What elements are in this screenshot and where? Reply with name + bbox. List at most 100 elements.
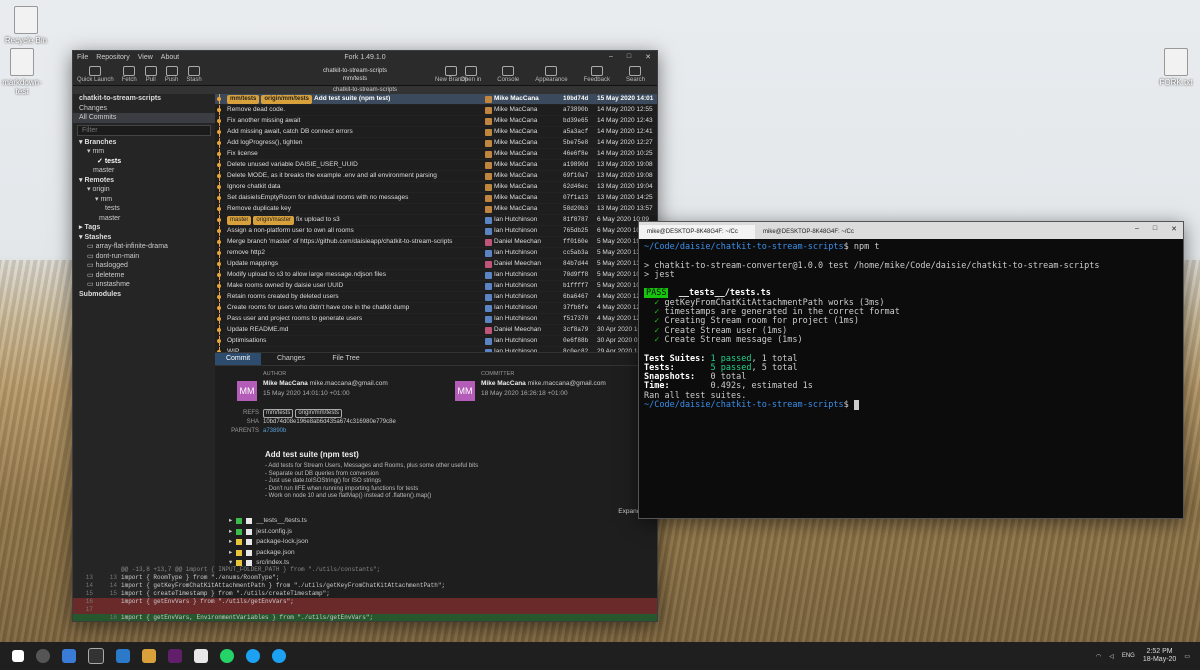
- push-button[interactable]: Push: [165, 66, 178, 83]
- minimize-icon[interactable]: –: [1135, 225, 1139, 233]
- commit-row[interactable]: Retain rooms created by deleted users Ian…: [215, 292, 657, 303]
- vscode-icon[interactable]: [116, 649, 130, 663]
- sidebar-remote-tests[interactable]: tests: [73, 204, 215, 214]
- sidebar-stash-item[interactable]: ▭ array-flat-infinite-drama: [73, 242, 215, 252]
- sidebar-filter-input[interactable]: Filter: [77, 124, 211, 136]
- commit-row[interactable]: master origin/master fix upload to s3 Ian H…: [215, 215, 657, 226]
- changed-file-row[interactable]: ▸ jest.config.js: [229, 527, 308, 538]
- committer-email[interactable]: mike.maccana@gmail.com: [528, 380, 606, 387]
- whatsapp-icon[interactable]: [220, 649, 234, 663]
- desktop-icon-file[interactable]: markdown-test: [0, 48, 44, 96]
- pull-button[interactable]: Pull: [144, 66, 157, 83]
- ref-badge[interactable]: mm/tests: [227, 95, 260, 104]
- sidebar-branch-tests[interactable]: ✓ tests: [73, 157, 215, 167]
- sidebar-section-stashes[interactable]: ▾ Stashes: [73, 233, 215, 243]
- sidebar-branch-master[interactable]: master: [73, 166, 215, 176]
- twitter-icon[interactable]: [246, 649, 260, 663]
- volume-icon[interactable]: ◁: [1109, 653, 1114, 660]
- repo-selector[interactable]: chatkit-to-stream-scripts mm/tests: [323, 67, 387, 83]
- notification-icon[interactable]: ▭: [1184, 653, 1190, 660]
- desktop-icon-text[interactable]: FORK.txt: [1154, 48, 1198, 87]
- appearance-button[interactable]: Appearance: [535, 66, 568, 83]
- chevron-icon[interactable]: ▸: [229, 537, 232, 548]
- sidebar-branch-folder-mm[interactable]: ▾ mm: [73, 147, 215, 157]
- start-icon[interactable]: [12, 650, 24, 662]
- open-in-button[interactable]: Open in: [460, 66, 481, 83]
- commit-row[interactable]: Make rooms owned by daisie user UUID Ian …: [215, 281, 657, 292]
- commit-row[interactable]: mm/tests origin/mm/tests Add test suite (n…: [215, 94, 657, 105]
- close-icon[interactable]: ✕: [1171, 225, 1177, 233]
- commit-row[interactable]: Merge branch 'master' of https://github.…: [215, 237, 657, 248]
- wifi-icon[interactable]: ◠: [1096, 653, 1101, 660]
- commit-row[interactable]: Create rooms for users who didn't have o…: [215, 303, 657, 314]
- quick-launch-button[interactable]: Quick Launch: [77, 66, 114, 83]
- chevron-icon[interactable]: ▸: [229, 548, 232, 559]
- sidebar-item-all-commits[interactable]: All Commits: [73, 113, 215, 123]
- language-indicator[interactable]: ENG: [1122, 653, 1135, 659]
- parent-link[interactable]: a73890b: [263, 427, 286, 436]
- console-button[interactable]: Console: [497, 66, 519, 83]
- sidebar-stash-item[interactable]: ▭ dont-run-main: [73, 252, 215, 262]
- ref-badge[interactable]: origin/master: [253, 216, 295, 225]
- sidebar-remote-master[interactable]: master: [73, 214, 215, 224]
- sidebar-remote-folder-mm[interactable]: ▾ mm: [73, 195, 215, 205]
- search-icon[interactable]: [36, 649, 50, 663]
- sidebar-stash-item[interactable]: ▭ haslogged: [73, 261, 215, 271]
- stash-button[interactable]: Stash: [186, 66, 202, 83]
- tab-changes[interactable]: Changes: [261, 353, 321, 365]
- sidebar-section-tags[interactable]: ▸ Tags: [73, 223, 215, 233]
- commit-row[interactable]: Modify upload to s3 to allow large messa…: [215, 270, 657, 281]
- ref-badge[interactable]: master: [227, 216, 252, 225]
- fork-icon[interactable]: [142, 649, 156, 663]
- commit-row[interactable]: Remove dead code. Mike MacCana a73890b 14 M…: [215, 105, 657, 116]
- commit-row[interactable]: remove http2 Ian Hutchinson cc5ab3a 5 May 2…: [215, 248, 657, 259]
- commit-row[interactable]: Update README.md Daniel Meechan 3cf8a79 30 …: [215, 325, 657, 336]
- commit-row[interactable]: Add logProgress(), tighten Mike MacCana 5b…: [215, 138, 657, 149]
- sidebar-section-submodules[interactable]: Submodules: [73, 290, 215, 300]
- ref-badge[interactable]: origin/mm/tests: [261, 95, 313, 104]
- edge-icon[interactable]: [62, 649, 76, 663]
- commit-row[interactable]: Ignore chatkit data Mike MacCana 62d46ec 13…: [215, 182, 657, 193]
- commit-row[interactable]: Remove duplicate key Mike MacCana 58d20b3 1…: [215, 204, 657, 215]
- author-email[interactable]: mike.maccana@gmail.com: [310, 380, 388, 387]
- terminal-tab[interactable]: mike@DESKTOP-8K48G4F: ~/Cc: [639, 225, 755, 239]
- sidebar-section-branches[interactable]: ▾ Branches: [73, 138, 215, 148]
- terminal-tab[interactable]: mike@DESKTOP-8K48G4F: ~/Cc: [755, 225, 871, 239]
- tab-file-tree[interactable]: File Tree: [321, 353, 371, 365]
- terminal-output[interactable]: ~/Code/daisie/chatkit-to-stream-scripts$…: [639, 239, 1183, 414]
- commit-row[interactable]: Fix another missing await Mike MacCana bd3…: [215, 116, 657, 127]
- slack-icon[interactable]: [168, 649, 182, 663]
- tab-commit[interactable]: Commit: [215, 353, 261, 365]
- commit-row[interactable]: Set daisieIsEmptyRoom for individual roo…: [215, 193, 657, 204]
- terminal-icon[interactable]: [88, 648, 104, 664]
- file-explorer-icon[interactable]: [194, 649, 208, 663]
- sidebar-remote-origin[interactable]: ▾ origin: [73, 185, 215, 195]
- changed-file-row[interactable]: ▸ package-lock.json: [229, 537, 308, 548]
- ref-badge[interactable]: mm/tests: [263, 409, 294, 418]
- diff-line-number-new: [97, 566, 121, 574]
- commit-row[interactable]: Add missing await, catch DB connect erro…: [215, 127, 657, 138]
- ref-badge[interactable]: origin/mm/tests: [295, 409, 343, 418]
- fetch-button[interactable]: Fetch: [122, 66, 137, 83]
- maximize-icon[interactable]: □: [1153, 225, 1157, 233]
- sidebar-section-remotes[interactable]: ▾ Remotes: [73, 176, 215, 186]
- sidebar-item-changes[interactable]: Changes: [73, 104, 215, 114]
- commit-row[interactable]: Pass user and project rooms to generate …: [215, 314, 657, 325]
- tweetdeck-icon[interactable]: [272, 649, 286, 663]
- clock[interactable]: 2:52 PM 18-May-20: [1143, 648, 1176, 664]
- feedback-button[interactable]: Feedback: [584, 66, 610, 83]
- chevron-icon[interactable]: ▸: [229, 516, 232, 527]
- changed-file-row[interactable]: ▸ package.json: [229, 548, 308, 559]
- sidebar-stash-item[interactable]: ▭ deleteme: [73, 271, 215, 281]
- sidebar-stash-item[interactable]: ▭ unstashme: [73, 280, 215, 290]
- commit-row[interactable]: Delete unused variable DAISIE_USER_UUID M…: [215, 160, 657, 171]
- desktop-icon-recycle-bin[interactable]: Recycle Bin: [4, 6, 48, 45]
- commit-row[interactable]: Update mappings Daniel Meechan 84b7d44 5 Ma…: [215, 259, 657, 270]
- commit-row[interactable]: Optimisations Ian Hutchinson 0e6f88b 30 Apr…: [215, 336, 657, 347]
- chevron-icon[interactable]: ▸: [229, 527, 232, 538]
- commit-row[interactable]: Delete MODE, as it breaks the example .e…: [215, 171, 657, 182]
- commit-row[interactable]: Assign a non-platform user to own all ro…: [215, 226, 657, 237]
- commit-row[interactable]: Fix license Mike MacCana 46e6f8e 14 May 202…: [215, 149, 657, 160]
- search-button[interactable]: Search: [626, 66, 645, 83]
- changed-file-row[interactable]: ▸ __tests__/tests.ts: [229, 516, 308, 527]
